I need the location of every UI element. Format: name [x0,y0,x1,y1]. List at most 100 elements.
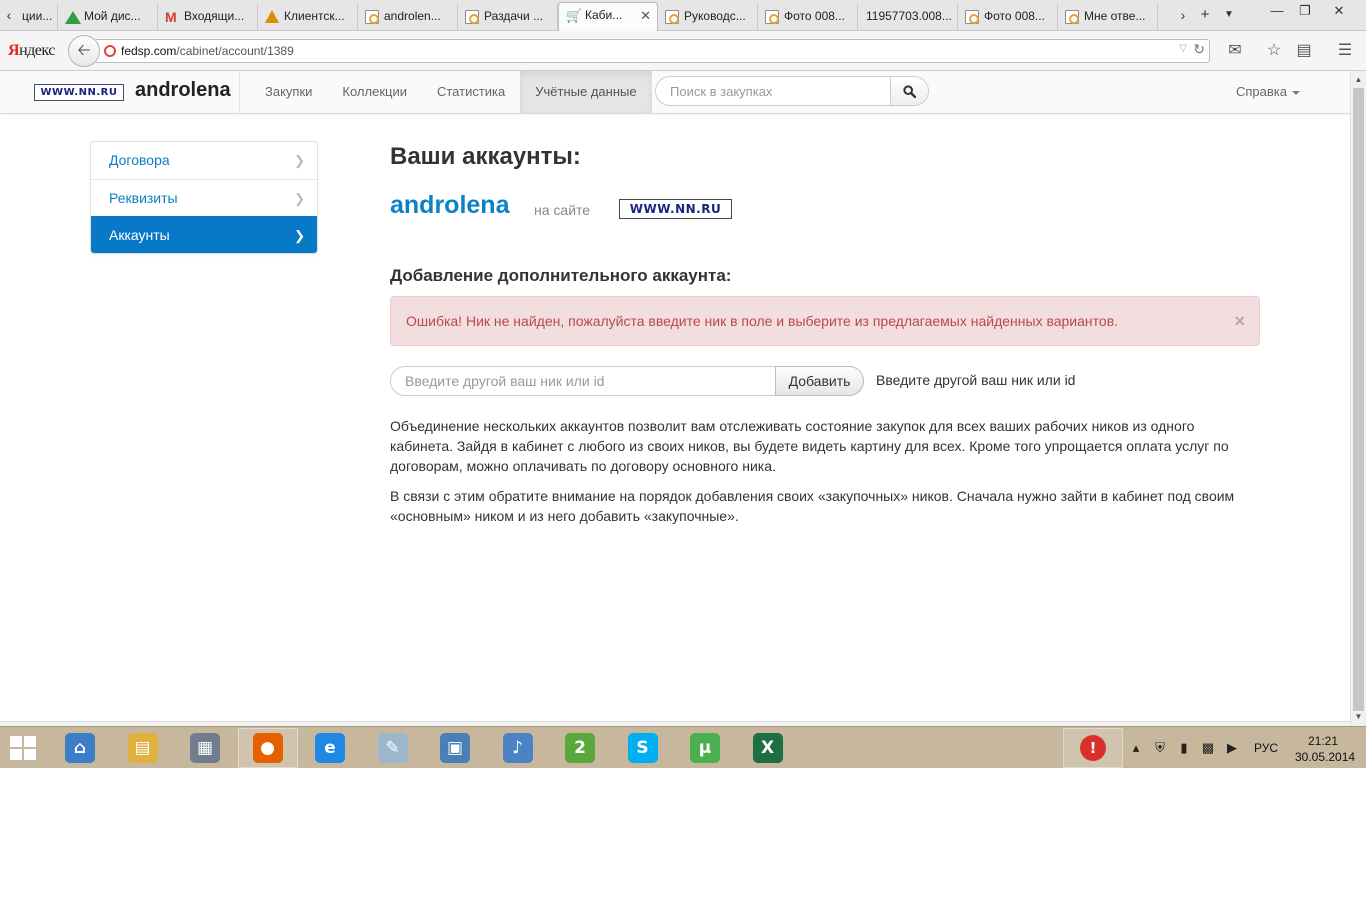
taskbar-app-internet-explorer[interactable]: e [300,728,360,768]
utorrent-icon: µ [690,733,720,763]
paint-icon: ✎ [377,733,408,763]
tab-label: androlen... [384,9,441,23]
browser-nav-bar: Яндекс fedsp.com/cabinet/account/1389 ▽ … [0,31,1366,71]
taskbar-app-skype[interactable]: S [613,728,673,768]
help-label: Справка [1236,84,1287,99]
help-menu[interactable]: Справка [1236,71,1300,113]
restore-icon[interactable]: ❐ [1290,2,1320,20]
page-scrollbar[interactable]: ▲ ▼ [1350,71,1366,726]
maps-2gis-icon: 2 [565,733,595,763]
remote-desktop-icon: ▣ [440,733,470,763]
tab-label: Раздачи ... [484,9,544,23]
gmail-icon: M [165,9,177,25]
url-history-dropdown-icon[interactable]: ▽ [1179,43,1187,54]
tabs-dropdown-icon[interactable]: ▼ [1220,4,1238,26]
top-menu-item[interactable]: Закупки [250,71,327,113]
taskbar-app-volume-app[interactable]: ♪ [488,728,548,768]
taskbar-app-paint[interactable]: ✎ [363,728,423,768]
skype-icon: S [627,733,658,763]
add-account-button[interactable]: Добавить [775,366,864,396]
shield-icon[interactable]: ⛨ [1148,740,1172,756]
account-nick-link[interactable]: androlena [390,191,509,220]
new-tab-button[interactable]: + [1196,4,1214,26]
back-button[interactable]: 🡠 [68,35,100,67]
tab[interactable]: Фото 008... [958,4,1058,31]
chevron-right-icon: ❯ [294,191,305,206]
sidebar-item-label: Реквизиты [109,190,178,206]
taskbar-app-excel[interactable]: X [738,728,798,768]
taskbar-app-home[interactable]: ⌂ [50,728,110,768]
reload-icon[interactable]: ↻ [1193,41,1205,58]
tab[interactable]: M Входящи... [158,4,258,31]
start-pane-icon [10,749,22,760]
scroll-up-icon[interactable]: ▲ [1351,73,1366,87]
search-button[interactable] [890,77,928,105]
bookmarks-panel-icon[interactable]: ▤ [1293,40,1315,62]
document-icon [365,10,379,24]
scrollbar-thumb[interactable] [1353,88,1364,711]
tab[interactable]: Мой дис... [58,4,158,31]
network-icon[interactable]: ▩ [1196,740,1220,756]
yandex-menu-button[interactable]: Яндекс [8,42,55,60]
document-icon [665,10,679,24]
taskbar-app-maps-2gis[interactable]: 2 [550,728,610,768]
sidebar-item[interactable]: Договора ❯ [91,142,317,179]
search-icon [903,85,917,99]
top-menu-item[interactable]: Статистика [422,71,520,113]
on-site-label: на сайте [534,202,591,218]
tabs-scroll-left-icon[interactable]: ‹ [1,5,17,25]
start-pane-icon [24,736,36,747]
battery-icon[interactable]: ▮ [1172,740,1196,756]
taskbar-app-file-explorer[interactable]: ▤ [113,728,173,768]
yandex-label: ндекс [19,42,55,59]
bookmark-star-icon[interactable]: ☆ [1263,40,1285,62]
tab[interactable]: androlen... [358,4,458,31]
tray-expand-icon[interactable]: ▴ [1124,740,1148,756]
browser-menu-icon[interactable]: ☰ [1334,40,1356,62]
warning-icon [265,10,279,23]
search-input[interactable] [656,77,892,105]
clock[interactable]: 21:21 30.05.2014 [1295,733,1355,765]
taskbar-app-calculator[interactable]: ▦ [175,728,235,768]
sidebar-item[interactable]: Аккаунты ❯ [91,216,317,253]
tabs-scroll-right-icon[interactable]: › [1175,5,1191,25]
minimize-icon[interactable]: — [1262,2,1292,20]
nn-ru-logo[interactable]: WWW.NN.RU [34,84,124,101]
alert-close-icon[interactable]: × [1234,297,1245,345]
window-close-icon[interactable]: ✕ [1324,2,1354,20]
start-pane-icon [24,749,36,760]
tab[interactable]: Клиентск... [258,4,358,31]
sidebar-item[interactable]: Реквизиты ❯ [91,179,317,216]
tab[interactable]: Руководс... [658,4,758,31]
scroll-down-icon[interactable]: ▼ [1351,710,1366,724]
tray-alert-app[interactable]: ! [1063,728,1123,768]
tab-label: 11957703.008... [866,9,952,23]
top-menu-item[interactable]: Коллекции [327,71,422,113]
tab[interactable]: 11957703.008... [858,4,958,31]
taskbar-app-firefox[interactable]: ● [237,728,298,768]
tab-active[interactable]: 🛒 Каби... ✕ [558,2,658,31]
brand-username[interactable]: androlena [135,79,231,102]
taskbar-app-remote-desktop[interactable]: ▣ [425,728,485,768]
tab[interactable]: Фото 008... [758,4,858,31]
tab-close-icon[interactable]: ✕ [640,3,651,28]
calculator-icon: ▦ [190,733,220,763]
top-menu-item[interactable]: Учётные данные [520,71,652,113]
mail-notify-icon[interactable]: ✉ [1224,40,1246,62]
language-indicator[interactable]: РУС [1254,741,1278,755]
chevron-right-icon: ❯ [294,228,305,243]
taskbar-app-utorrent[interactable]: µ [675,728,735,768]
tab[interactable]: Раздачи ... [458,4,558,31]
windows-start-button[interactable] [10,736,38,762]
start-pane-icon [10,736,22,747]
tab-label: Клиентск... [284,9,345,23]
browser-tab-strip: ‹ ции... Мой дис... M Входящи... Клиентск...… [0,0,1366,31]
address-bar[interactable]: fedsp.com/cabinet/account/1389 ▽ ↻ [96,39,1210,63]
tab[interactable]: ции... [18,4,58,31]
basket-icon: 🛒 [566,8,583,23]
tab[interactable]: Мне отве... [1058,4,1158,31]
nick-input[interactable] [390,366,776,396]
account-site-logo: WWW.NN.RU [619,199,732,219]
speaker-icon[interactable]: ▶ [1220,740,1244,756]
tab-label: Мне отве... [1084,9,1146,23]
